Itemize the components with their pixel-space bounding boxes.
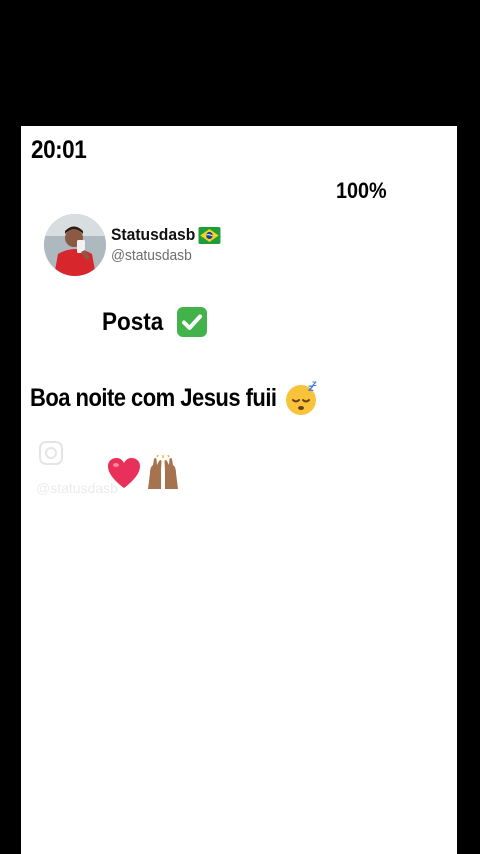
emoji-row xyxy=(106,455,182,491)
avatar[interactable] xyxy=(44,214,106,276)
svg-text:z: z xyxy=(312,380,317,388)
account-handle[interactable]: @statusdasb xyxy=(111,247,192,264)
video-frame: 20:01 100% Statusdasb @statusdasb Posta xyxy=(0,0,480,854)
post-message: Boa noite com Jesus fuii z z xyxy=(30,380,320,416)
status-time: 20:01 xyxy=(31,136,87,164)
sleeping-face-icon: z z xyxy=(286,380,317,415)
brazil-flag-icon xyxy=(198,226,221,244)
battery-level: 100% xyxy=(336,178,387,203)
account-name[interactable]: Statusdasb xyxy=(111,225,221,245)
camera-icon xyxy=(39,441,63,465)
post-label: Posta xyxy=(102,306,208,338)
account-name-label: Statusdasb xyxy=(111,225,196,244)
raised-hands-icon xyxy=(148,455,178,489)
heart-icon xyxy=(108,458,140,488)
post-label-text: Posta xyxy=(102,307,164,336)
post-message-text: Boa noite com Jesus fuii xyxy=(30,383,277,412)
check-mark-button-icon xyxy=(177,307,208,337)
